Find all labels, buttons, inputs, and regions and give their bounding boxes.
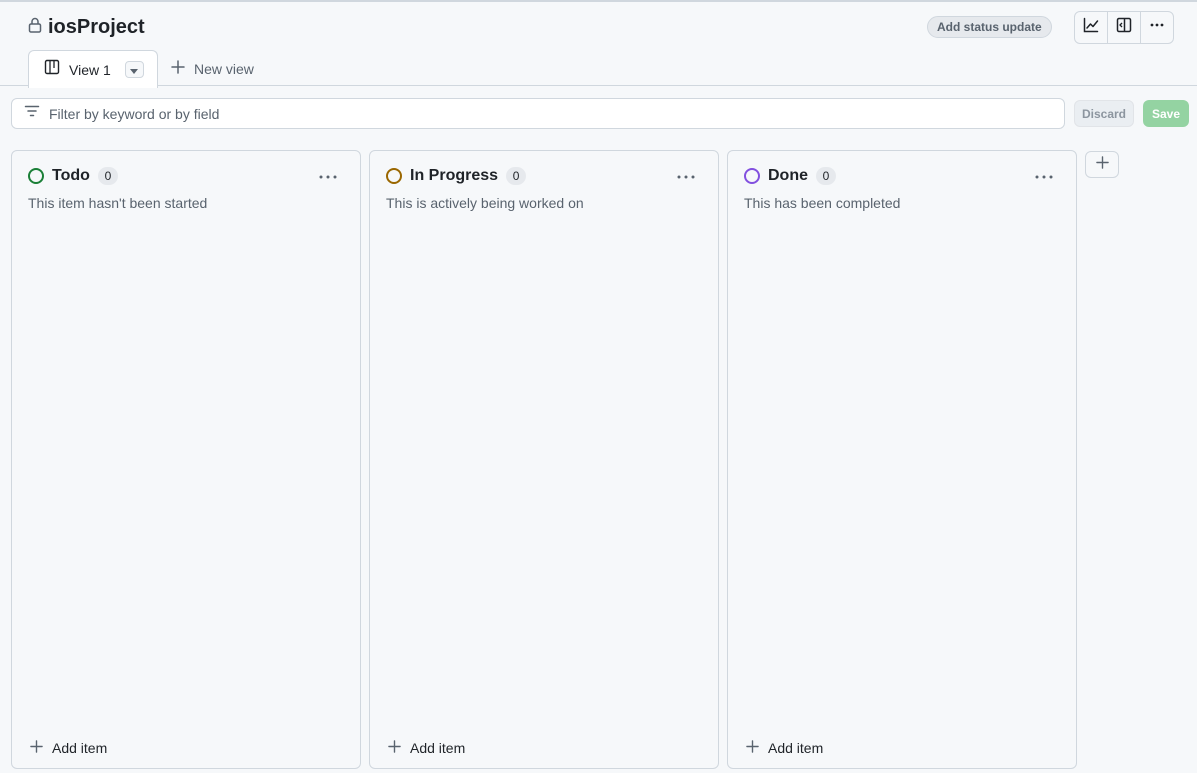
header-icon-toolbar <box>1074 11 1174 44</box>
item-count-badge: 0 <box>816 167 836 185</box>
board-column-todo: Todo 0 This item hasn't been started Add… <box>11 150 361 769</box>
column-title: Done <box>768 167 808 184</box>
column-menu-button[interactable] <box>674 167 698 183</box>
triangle-down-icon <box>130 61 139 79</box>
status-circle-icon <box>386 168 402 184</box>
tab-label: View 1 <box>69 61 111 78</box>
board-column-in-progress: In Progress 0 This is actively being wor… <box>369 150 719 769</box>
add-item-label: Add item <box>768 740 824 756</box>
kebab-horizontal-icon <box>677 166 695 184</box>
add-item-label: Add item <box>52 740 108 756</box>
plus-icon <box>746 740 759 756</box>
toggle-side-panel-button[interactable] <box>1108 12 1141 43</box>
item-count-badge: 0 <box>97 167 118 185</box>
status-circle-icon <box>744 168 760 184</box>
lock-icon <box>28 17 42 38</box>
more-options-button[interactable] <box>1141 12 1173 43</box>
project-board-icon <box>44 59 60 80</box>
new-view-button[interactable]: New view <box>171 60 254 77</box>
graph-icon <box>1083 17 1099 38</box>
column-menu-button[interactable] <box>1032 167 1056 183</box>
column-description: This has been completed <box>744 195 901 211</box>
column-menu-button[interactable] <box>316 167 340 183</box>
insights-button[interactable] <box>1075 12 1108 43</box>
status-circle-icon <box>28 168 44 184</box>
column-header: Done 0 <box>744 167 836 185</box>
column-description: This is actively being worked on <box>386 195 584 211</box>
add-item-button[interactable]: Add item <box>746 740 823 756</box>
tab-view-1[interactable]: View 1 <box>28 50 158 88</box>
new-view-label: New view <box>194 60 254 77</box>
column-header: Todo 0 <box>28 167 118 185</box>
kebab-horizontal-icon <box>319 166 337 184</box>
column-title: In Progress <box>410 167 499 184</box>
add-item-button[interactable]: Add item <box>388 740 465 756</box>
kebab-horizontal-icon <box>1149 17 1165 38</box>
project-header: iosProject Add status update View 1 New … <box>0 2 1197 88</box>
save-button[interactable]: Save <box>1143 100 1189 127</box>
add-status-update-button[interactable]: Add status update <box>927 16 1052 38</box>
view-options-dropdown[interactable] <box>124 61 144 79</box>
item-count-badge: 0 <box>506 167 527 185</box>
filter-input[interactable] <box>49 105 949 122</box>
sidebar-panel-icon <box>1116 17 1132 38</box>
project-title-row: iosProject <box>28 16 145 39</box>
page-title[interactable]: iosProject <box>48 16 145 39</box>
column-header: In Progress 0 <box>386 167 527 185</box>
kebab-horizontal-icon <box>1035 166 1053 184</box>
column-title: Todo <box>52 167 90 184</box>
board-column-done: Done 0 This has been completed Add item <box>727 150 1077 769</box>
plus-icon <box>1095 155 1109 174</box>
add-item-label: Add item <box>410 740 466 756</box>
plus-icon <box>30 740 43 756</box>
add-column-button[interactable] <box>1085 151 1119 178</box>
plus-icon <box>388 740 401 756</box>
add-item-button[interactable]: Add item <box>30 740 107 756</box>
discard-button[interactable]: Discard <box>1074 100 1134 127</box>
column-description: This item hasn't been started <box>28 195 208 211</box>
filter-icon <box>24 103 40 124</box>
filter-bar <box>11 98 1065 129</box>
plus-icon <box>171 60 185 77</box>
